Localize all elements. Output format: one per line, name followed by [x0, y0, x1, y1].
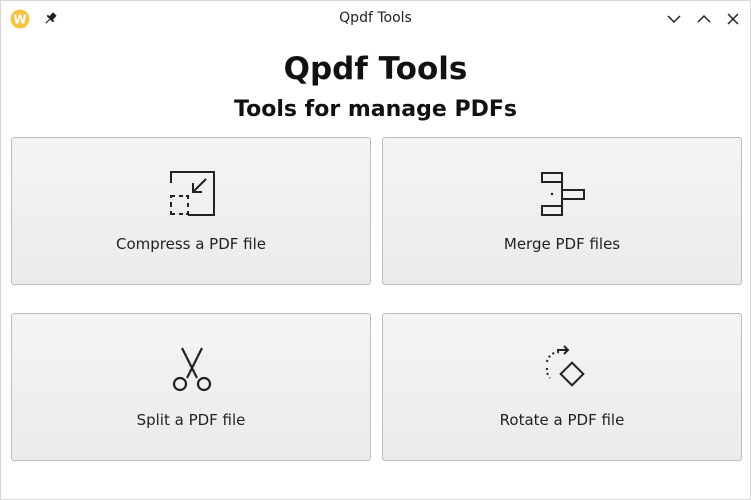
maximize-button[interactable]: [695, 10, 713, 28]
merge-pdf-button[interactable]: Merge PDF files: [382, 137, 742, 285]
rotate-pdf-button[interactable]: Rotate a PDF file: [382, 313, 742, 461]
compress-pdf-button[interactable]: Compress a PDF file: [11, 137, 371, 285]
compress-icon: [166, 168, 218, 220]
chevron-down-icon: [667, 15, 681, 24]
chevron-up-icon: [697, 14, 711, 23]
rotate-icon: [537, 344, 589, 396]
rotate-pdf-label: Rotate a PDF file: [499, 411, 625, 429]
title-bar[interactable]: W Qpdf Tools: [1, 1, 750, 37]
page-title: Qpdf Tools: [283, 51, 468, 87]
merge-pdf-label: Merge PDF files: [503, 235, 621, 253]
scissors-icon: [166, 344, 218, 396]
minimize-button[interactable]: [665, 10, 683, 28]
window-title: Qpdf Tools: [339, 10, 412, 26]
close-button[interactable]: [724, 10, 742, 28]
compress-pdf-label: Compress a PDF file: [115, 235, 267, 253]
merge-icon: [537, 168, 589, 220]
close-icon: [727, 13, 739, 25]
app-window: W Qpdf Tools Qpdf Tools Tools for manage…: [0, 0, 751, 500]
split-pdf-label: Split a PDF file: [136, 411, 246, 429]
split-pdf-button[interactable]: Split a PDF file: [11, 313, 371, 461]
page-subtitle: Tools for manage PDFs: [234, 97, 517, 122]
